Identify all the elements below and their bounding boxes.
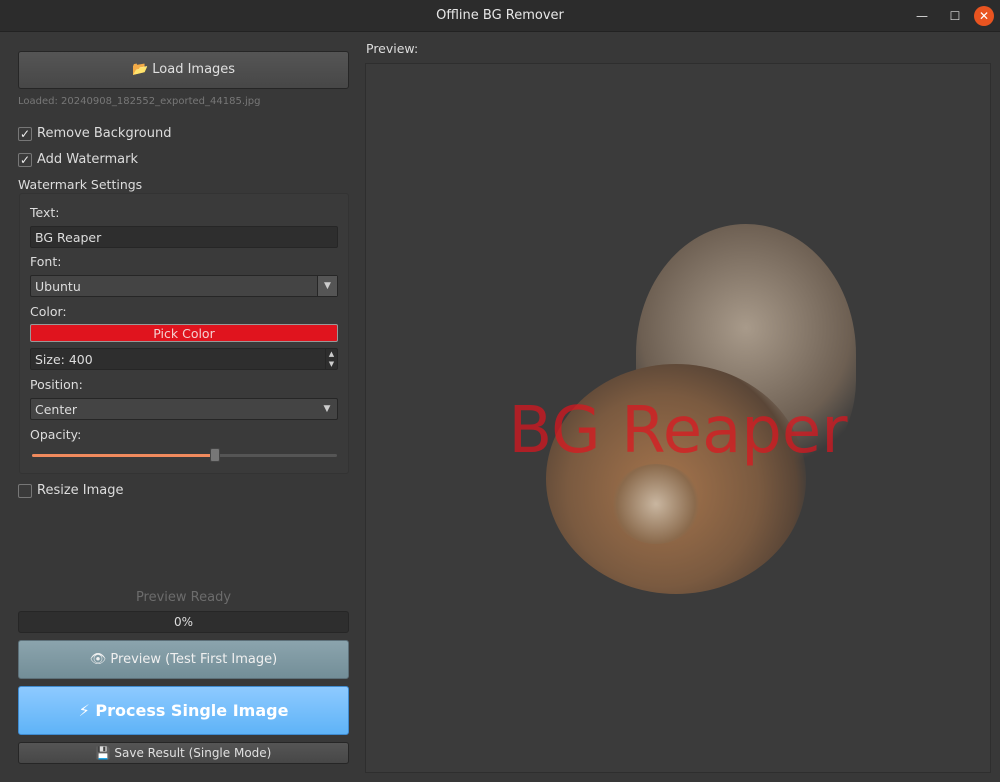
chevron-down-icon[interactable]: ▼ [317, 399, 337, 419]
text-label: Text: [30, 205, 60, 220]
add-watermark-checkbox[interactable]: ✓ [18, 153, 32, 167]
resize-image-label: Resize Image [37, 483, 124, 498]
pick-color-button[interactable]: Pick Color [30, 324, 338, 342]
title-bar: Offline BG Remover — ☐ ✕ [0, 0, 1000, 32]
resize-image-checkbox[interactable] [18, 484, 32, 498]
slider-handle[interactable] [210, 448, 220, 462]
loaded-file-text: Loaded: 20240908_182552_exported_44185.j… [18, 96, 261, 107]
load-images-button[interactable]: 📂 Load Images [18, 51, 349, 89]
remove-background-label: Remove Background [37, 126, 172, 141]
minimize-icon[interactable]: — [912, 6, 932, 26]
save-result-button[interactable]: 💾 Save Result (Single Mode) [18, 742, 349, 764]
status-text: Preview Ready [135, 590, 232, 605]
spin-arrows-icon[interactable]: ▲ ▼ [325, 349, 337, 369]
position-select[interactable]: Center [35, 402, 77, 417]
font-label: Font: [30, 254, 62, 269]
chevron-down-icon[interactable]: ▼ [317, 276, 337, 296]
preview-label: Preview: [366, 41, 419, 56]
preview-panel: BG Reaper [365, 63, 991, 773]
watermark-text: BG Reaper [508, 394, 848, 468]
font-select[interactable]: Ubuntu [35, 279, 81, 294]
window-title: Offline BG Remover [436, 8, 564, 23]
color-label: Color: [30, 304, 67, 319]
size-spinbox[interactable]: Size: 400 [35, 352, 93, 367]
remove-background-checkbox[interactable]: ✓ [18, 127, 32, 141]
close-icon[interactable]: ✕ [974, 6, 994, 26]
add-watermark-label: Add Watermark [37, 152, 139, 167]
opacity-slider[interactable] [32, 448, 337, 462]
preview-button[interactable]: 👁 Preview (Test First Image) [18, 640, 349, 679]
process-single-image-button[interactable]: ⚡ Process Single Image [18, 686, 349, 735]
watermark-settings-title: Watermark Settings [18, 177, 143, 192]
watermark-text-input[interactable]: BG Reaper [30, 226, 338, 248]
position-label: Position: [30, 377, 83, 392]
progress-bar: 0% [18, 611, 349, 633]
opacity-label: Opacity: [30, 427, 82, 442]
maximize-icon[interactable]: ☐ [945, 6, 965, 26]
